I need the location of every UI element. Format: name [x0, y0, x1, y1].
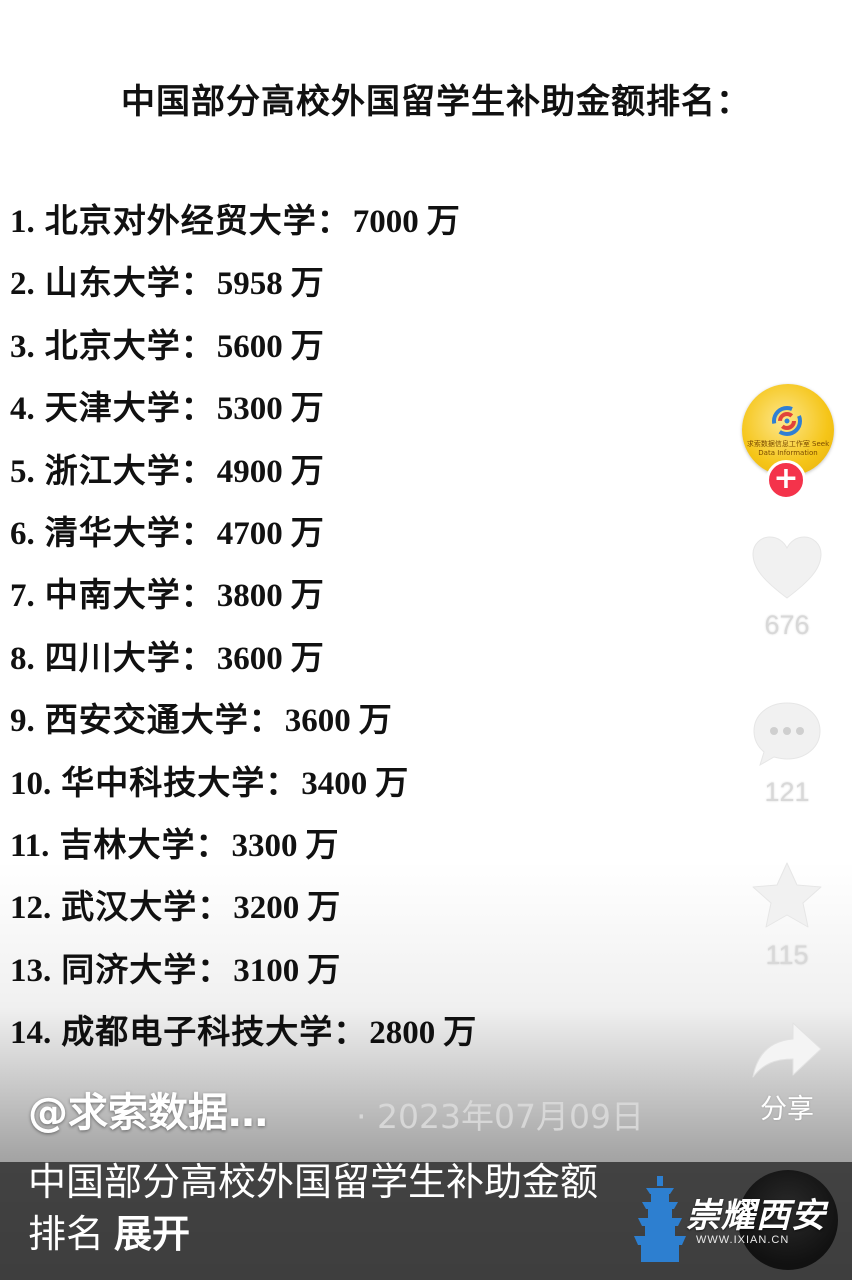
share-button[interactable]: 分享 [742, 1019, 832, 1126]
post-date: · 2023年07月09日 [356, 1097, 644, 1136]
ranking-number: 8. [10, 640, 35, 677]
university-name: 吉林大学： [59, 824, 230, 864]
subsidy-amount: 7000 [352, 204, 419, 240]
amount-unit: 万 [290, 512, 324, 552]
amount-unit: 万 [358, 700, 392, 740]
university-name: 清华大学： [44, 512, 215, 552]
ranking-number: 12. [10, 890, 52, 927]
follow-button[interactable]: + [766, 460, 806, 500]
university-name: 同济大学： [61, 949, 232, 989]
university-name: 武汉大学： [61, 887, 232, 927]
subsidy-amount: 3800 [216, 578, 283, 615]
share-label: 分享 [760, 1094, 814, 1125]
amount-unit: 万 [290, 263, 324, 303]
avatar-label: 求索数据信息工作室 Seek Data Information [746, 440, 830, 457]
ranking-item: 1. 北京对外经贸大学：7000 万 [10, 190, 476, 252]
ranking-item: 14. 成都电子科技大学：2800 万 [10, 1001, 476, 1063]
subsidy-amount: 5600 [216, 328, 283, 365]
ranking-item: 5. 浙江大学：4900 万 [10, 440, 476, 502]
ranking-item: 11. 吉林大学：3300 万 [10, 814, 476, 876]
amount-unit: 万 [290, 325, 324, 365]
subsidy-amount: 4700 [216, 515, 283, 552]
university-name: 西安交通大学： [44, 700, 283, 740]
ranking-number: 4. [10, 391, 35, 428]
subsidy-amount: 3200 [233, 890, 300, 927]
subsidy-amount: 2800 [369, 1015, 436, 1052]
subsidy-amount: 3600 [284, 703, 351, 740]
amount-unit: 万 [305, 824, 339, 864]
logo-icon [772, 406, 802, 436]
post-title: 中国部分高校外国留学生补助金额排名： [121, 82, 751, 122]
university-name: 北京对外经贸大学： [44, 201, 351, 240]
ranking-number: 14. [10, 1015, 52, 1052]
watermark-text: 崇耀西安 [686, 1196, 826, 1236]
ranking-number: 5. [10, 453, 35, 490]
post-date-text: 2023年07月09日 [376, 1097, 644, 1136]
like-count: 676 [764, 610, 810, 640]
author-name[interactable]: @求索数据… [28, 1080, 268, 1138]
amount-unit: 万 [375, 762, 409, 802]
amount-unit: 万 [290, 575, 324, 615]
subsidy-amount: 3600 [216, 640, 283, 677]
ranking-item: 3. 北京大学：5600 万 [10, 315, 476, 377]
ranking-item: 12. 武汉大学：3200 万 [10, 876, 476, 938]
ranking-item: 8. 四川大学：3600 万 [10, 627, 476, 689]
post-caption: 中国部分高校外国留学生补助金额排名 展开 [28, 1156, 618, 1260]
watermark: 崇耀西安 WWW.IXIAN.CN [632, 1170, 842, 1270]
ranking-item: 13. 同济大学：3100 万 [10, 939, 476, 1001]
favorite-button[interactable]: 115 [742, 860, 832, 971]
ranking-number: 6. [10, 515, 35, 552]
ranking-list: 1. 北京对外经贸大学：7000 万 2. 山东大学：5958 万 3. 北京大学：5600 万… [10, 190, 476, 1063]
subsidy-amount: 5958 [216, 266, 283, 303]
ranking-item: 4. 天津大学：5300 万 [10, 377, 476, 439]
amount-unit: 万 [290, 637, 324, 677]
plus-icon: + [773, 461, 799, 496]
ranking-item: 10. 华中科技大学：3400 万 [10, 752, 476, 814]
amount-unit: 万 [307, 949, 341, 989]
subsidy-amount: 4900 [216, 453, 283, 490]
amount-unit: 万 [290, 450, 324, 490]
share-arrow-icon [752, 1022, 822, 1078]
ranking-number: 10. [10, 765, 52, 802]
university-name: 山东大学： [44, 263, 215, 303]
comment-count: 121 [764, 777, 810, 807]
comment-icon [753, 702, 821, 767]
university-name: 华中科技大学： [61, 762, 300, 802]
heart-icon [752, 536, 822, 599]
ranking-number: 11. [10, 827, 50, 864]
amount-unit: 万 [426, 201, 460, 240]
university-name: 中南大学： [44, 575, 215, 615]
university-name: 北京大学： [44, 325, 215, 365]
ranking-number: 13. [10, 952, 52, 989]
ranking-number: 7. [10, 578, 35, 615]
ranking-item: 7. 中南大学：3800 万 [10, 564, 476, 626]
amount-unit: 万 [307, 887, 341, 927]
subsidy-amount: 5300 [216, 391, 283, 428]
favorite-count: 115 [765, 940, 809, 970]
amount-unit: 万 [443, 1012, 477, 1052]
comment-button[interactable]: 121 [742, 699, 832, 808]
university-name: 成都电子科技大学： [61, 1012, 368, 1052]
ranking-number: 9. [10, 703, 35, 740]
ranking-number: 2. [10, 266, 35, 303]
expand-button[interactable]: 展开 [114, 1212, 190, 1256]
like-button[interactable]: 676 [742, 534, 832, 641]
subsidy-amount: 3100 [233, 952, 300, 989]
university-name: 四川大学： [44, 637, 215, 677]
university-name: 天津大学： [44, 388, 215, 428]
star-icon [752, 862, 822, 928]
ranking-item: 2. 山东大学：5958 万 [10, 252, 476, 314]
ranking-number: 3. [10, 328, 35, 365]
amount-unit: 万 [290, 388, 324, 428]
subsidy-amount: 3300 [231, 827, 298, 864]
ranking-item: 9. 西安交通大学：3600 万 [10, 689, 476, 751]
pagoda-icon [634, 1176, 686, 1262]
ranking-item: 6. 清华大学：4700 万 [10, 502, 476, 564]
ranking-number: 1. [10, 204, 35, 240]
watermark-url: WWW.IXIAN.CN [696, 1234, 790, 1246]
subsidy-amount: 3400 [301, 765, 368, 802]
university-name: 浙江大学： [44, 450, 215, 490]
